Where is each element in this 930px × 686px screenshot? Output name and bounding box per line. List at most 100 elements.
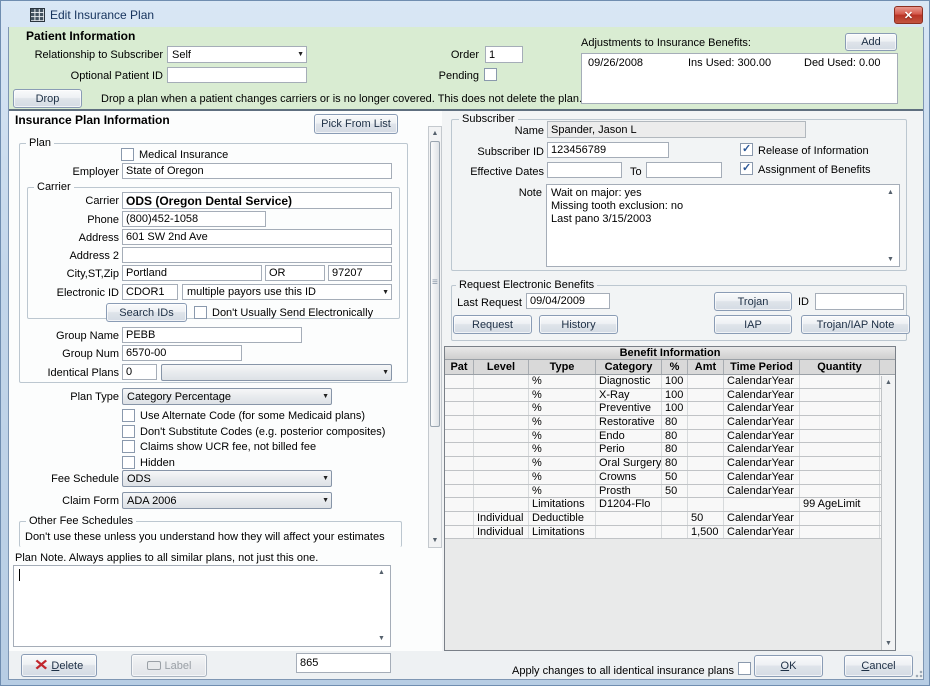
carrier-field[interactable]: ODS (Oregon Dental Service) xyxy=(122,192,392,209)
benefit-row[interactable]: LimitationsD1204-Flo99 AgeLimit xyxy=(445,498,895,512)
address-field[interactable]: 601 SW 2nd Ave xyxy=(122,229,392,245)
effective-from-field[interactable] xyxy=(547,162,622,178)
fee-schedule-dropdown[interactable]: ODS ▼ xyxy=(122,470,332,487)
iap-button[interactable]: IAP xyxy=(714,315,792,334)
scroll-up-button[interactable]: ▲ xyxy=(429,128,441,139)
scroll-up-icon[interactable]: ▲ xyxy=(378,569,385,576)
identical-plans-field[interactable]: 0 xyxy=(122,364,157,380)
add-adjustment-button[interactable]: Add xyxy=(845,33,897,51)
phone-field[interactable]: (800)452-1058 xyxy=(122,211,266,227)
plan-type-dropdown[interactable]: Category Percentage ▼ xyxy=(122,388,332,405)
benefit-column-header[interactable]: Pat xyxy=(445,360,474,374)
benefit-cell xyxy=(800,375,880,388)
chevron-down-icon: ▼ xyxy=(297,51,304,58)
benefit-column-header[interactable]: Quantity xyxy=(800,360,880,374)
order-field[interactable]: 1 xyxy=(485,46,523,63)
use-alternate-code-checkbox[interactable] xyxy=(122,409,135,422)
resize-grip[interactable] xyxy=(913,668,923,678)
claim-form-value: ADA 2006 xyxy=(127,495,177,507)
request-button[interactable]: Request xyxy=(453,315,532,334)
scrollbar-thumb[interactable] xyxy=(430,141,440,427)
benefit-cell: CalendarYear xyxy=(724,526,800,539)
city-field[interactable]: Portland xyxy=(122,265,262,281)
history-button[interactable]: History xyxy=(539,315,618,334)
optional-patient-id-field[interactable] xyxy=(167,67,307,83)
benefit-row[interactable]: %Prosth50CalendarYear xyxy=(445,485,895,499)
benefit-column-header[interactable]: Level xyxy=(474,360,529,374)
benefit-column-header[interactable]: Type xyxy=(529,360,596,374)
benefit-row[interactable]: %Oral Surgery80CalendarYear xyxy=(445,457,895,471)
close-button[interactable]: ✕ xyxy=(894,6,923,24)
scroll-up-icon[interactable]: ▲ xyxy=(887,189,894,196)
state-field[interactable]: OR xyxy=(265,265,325,281)
benefit-cell: CalendarYear xyxy=(724,389,800,402)
benefit-cell xyxy=(800,512,880,525)
scroll-down-button[interactable]: ▼ xyxy=(429,535,441,546)
assignment-of-benefits-checkbox[interactable] xyxy=(740,162,753,175)
subscriber-note-textarea[interactable]: Wait on major: yes Missing tooth exclusi… xyxy=(546,184,900,267)
benefit-row[interactable]: %Endo80CalendarYear xyxy=(445,430,895,444)
label-button[interactable]: Label xyxy=(131,654,207,677)
apply-identical-plans-checkbox[interactable] xyxy=(738,662,751,675)
delete-button[interactable]: ✕ Delete xyxy=(21,654,97,677)
dont-substitute-codes-checkbox[interactable] xyxy=(122,425,135,438)
scroll-up-button[interactable]: ▲ xyxy=(882,377,895,388)
effective-to-field[interactable] xyxy=(646,162,722,178)
adjustments-listbox[interactable]: 09/26/2008 Ins Used: 300.00 Ded Used: 0.… xyxy=(581,53,898,104)
benefit-row[interactable]: %Perio80CalendarYear xyxy=(445,443,895,457)
benefit-row[interactable]: %X-Ray100CalendarYear xyxy=(445,389,895,403)
release-of-information-label: Release of Information xyxy=(758,145,869,158)
benefit-cell: % xyxy=(529,471,596,484)
benefit-row[interactable]: %Diagnostic100CalendarYear xyxy=(445,375,895,389)
search-ids-button[interactable]: Search IDs xyxy=(106,303,187,322)
trojan-iap-note-button[interactable]: Trojan/IAP Note xyxy=(801,315,910,334)
benefit-cell: X-Ray xyxy=(596,389,662,402)
plan-note-textarea[interactable] xyxy=(13,565,391,647)
medical-insurance-checkbox[interactable] xyxy=(121,148,134,161)
dont-send-electronically-checkbox[interactable] xyxy=(194,306,207,319)
group-name-field[interactable]: PEBB xyxy=(122,327,302,343)
cancel-button[interactable]: Cancel xyxy=(844,655,913,677)
relationship-dropdown[interactable]: Self ▼ xyxy=(167,46,307,63)
benefit-cell xyxy=(800,389,880,402)
electronic-id-field[interactable]: CDOR1 xyxy=(122,284,178,300)
payor-id-dropdown[interactable]: multiple payors use this ID ▼ xyxy=(182,284,392,300)
benefit-column-header[interactable]: Amt xyxy=(688,360,724,374)
benefit-row[interactable]: %Preventive100CalendarYear xyxy=(445,402,895,416)
benefit-row[interactable]: %Crowns50CalendarYear xyxy=(445,471,895,485)
group-num-field[interactable]: 6570-00 xyxy=(122,345,242,361)
benefit-information-table[interactable]: Benefit Information PatLevelTypeCategory… xyxy=(444,346,896,651)
employer-field[interactable]: State of Oregon xyxy=(122,163,392,179)
benefit-cell xyxy=(445,485,474,498)
identical-plans-dropdown[interactable]: ▼ xyxy=(161,364,392,381)
benefit-cell: CalendarYear xyxy=(724,485,800,498)
benefit-column-header[interactable]: Time Period xyxy=(724,360,800,374)
scroll-down-icon[interactable]: ▼ xyxy=(378,635,385,642)
trojan-id-field[interactable] xyxy=(815,293,904,310)
ok-button[interactable]: OK xyxy=(754,655,823,677)
pick-from-list-button[interactable]: Pick From List xyxy=(314,114,398,134)
relationship-label: Relationship to Subscriber xyxy=(21,49,163,62)
subscriber-id-field[interactable]: 123456789 xyxy=(547,142,669,158)
relationship-value: Self xyxy=(172,49,191,61)
benefit-column-header[interactable]: % xyxy=(662,360,688,374)
hidden-checkbox[interactable] xyxy=(122,456,135,469)
address2-field[interactable] xyxy=(122,247,392,263)
benefit-table-scrollbar[interactable]: ▲ ▼ xyxy=(881,376,895,650)
benefit-row[interactable]: %Restorative80CalendarYear xyxy=(445,416,895,430)
last-request-field[interactable]: 09/04/2009 xyxy=(526,293,610,309)
scroll-down-button[interactable]: ▼ xyxy=(882,638,895,649)
plan-panel-scrollbar[interactable]: ▲ ▼ xyxy=(428,126,442,548)
zip-field[interactable]: 97207 xyxy=(328,265,392,281)
release-of-information-checkbox[interactable] xyxy=(740,143,753,156)
scroll-down-icon[interactable]: ▼ xyxy=(887,256,894,263)
pending-checkbox[interactable] xyxy=(484,68,497,81)
claims-show-ucr-checkbox[interactable] xyxy=(122,440,135,453)
trojan-button[interactable]: Trojan xyxy=(714,292,792,311)
benefit-row[interactable]: IndividualLimitations1,500CalendarYear xyxy=(445,526,895,540)
claim-form-dropdown[interactable]: ADA 2006 ▼ xyxy=(122,492,332,509)
benefit-column-header[interactable]: Category xyxy=(596,360,662,374)
benefit-row[interactable]: IndividualDeductible50CalendarYear xyxy=(445,512,895,526)
plan-id-field[interactable]: 865 xyxy=(296,653,391,673)
drop-button[interactable]: Drop xyxy=(13,89,82,108)
